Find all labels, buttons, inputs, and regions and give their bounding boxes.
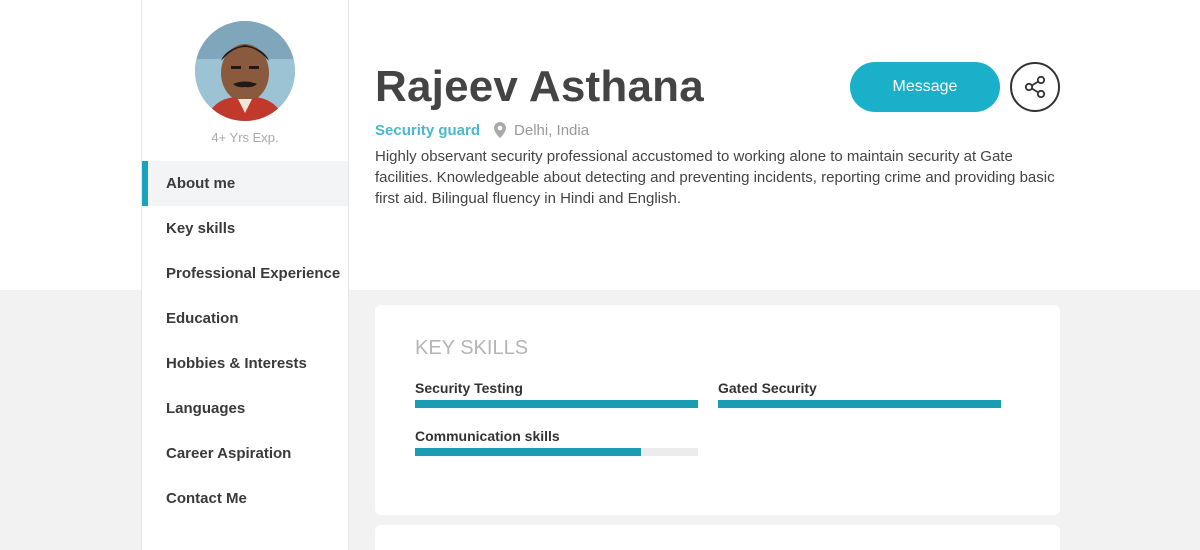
profile-name: Rajeev Asthana [375, 62, 704, 111]
next-section-card [375, 525, 1060, 550]
sidebar-item-career-aspiration[interactable]: Career Aspiration [142, 431, 348, 476]
skill-name: Security Testing [415, 380, 523, 396]
key-skills-card: KEY SKILLS Security Testing Gated Securi… [375, 305, 1060, 515]
sidebar-item-contact-me[interactable]: Contact Me [142, 476, 348, 521]
key-skills-title: KEY SKILLS [415, 337, 529, 359]
sidebar-item-about-me[interactable]: About me [142, 161, 348, 206]
skill-name: Communication skills [415, 428, 560, 444]
skill-name: Gated Security [718, 380, 817, 396]
skill-item: Communication skills [415, 428, 698, 456]
skill-bar [415, 448, 698, 456]
sidebar-item-languages[interactable]: Languages [142, 386, 348, 431]
sidebar-nav: About me Key skills Professional Experie… [142, 161, 348, 521]
share-button[interactable] [1010, 62, 1060, 112]
location-text: Delhi, India [514, 121, 590, 139]
skill-bar [718, 400, 1001, 408]
avatar [195, 21, 295, 121]
sidebar: 4+ Yrs Exp. About me Key skills Professi… [141, 0, 349, 550]
sidebar-item-professional-experience[interactable]: Professional Experience [142, 251, 348, 296]
skill-bar [415, 400, 698, 408]
profile-meta: Security guard Delhi, India [375, 120, 589, 140]
share-icon [1024, 75, 1046, 99]
location-pin-icon [494, 122, 507, 138]
experience-label: 4+ Yrs Exp. [211, 130, 279, 145]
sidebar-item-education[interactable]: Education [142, 296, 348, 341]
job-title: Security guard [375, 121, 481, 139]
profile-bio: Highly observant security professional a… [375, 148, 1055, 207]
skill-item: Security Testing [415, 380, 698, 408]
skill-bar-fill [718, 400, 1001, 408]
skill-item: Gated Security [718, 380, 1001, 408]
skill-bar-fill [415, 400, 698, 408]
sidebar-item-hobbies[interactable]: Hobbies & Interests [142, 341, 348, 386]
message-button[interactable]: Message [850, 62, 1000, 112]
sidebar-item-key-skills[interactable]: Key skills [142, 206, 348, 251]
skill-bar-fill [415, 448, 642, 456]
